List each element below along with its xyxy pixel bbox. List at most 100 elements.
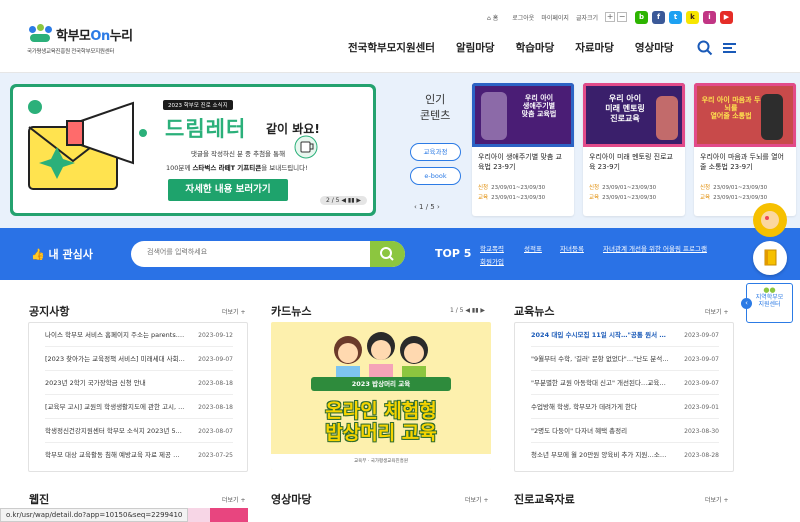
list-item[interactable]: 학부모 대상 교육활동 침해 예방교육 자료 제공 알림 2023-07-25 [45, 444, 233, 467]
interest-title: 👍 내 관심사 [31, 248, 93, 261]
megaphone-illustration-icon [28, 100, 147, 190]
kakao-icon[interactable]: k [686, 11, 699, 24]
list-item[interactable]: 2024 대입 수시모집 11일 시작…"공통 원서 미리... 2023-09-… [531, 324, 719, 347]
browser-status-bar: o.kr/usr/wap/detail.do?app=10150&seq=229… [0, 508, 189, 522]
card-edu-period: 교육 23/09/01~23/09/30 [478, 195, 546, 201]
interest-search-button[interactable] [370, 241, 405, 267]
list-item[interactable]: 학생정신건강지원센터 학부모 소식지 2023년 5... 2023-08-07 [45, 420, 233, 443]
list-item[interactable]: 2023년 2학기 국가장학금 신청 안내 2023-08-18 [45, 372, 233, 395]
cardnews-pager[interactable]: 1 / 5 ◀ ▮▮ ▶ [450, 307, 485, 314]
home-link[interactable]: ⌂ 홈 [487, 13, 505, 22]
sns-links: b f t k i ▶ [635, 11, 737, 24]
nav-resources[interactable]: 자료마당 [575, 40, 614, 55]
children-illustration-icon [334, 332, 428, 380]
interest-search[interactable] [131, 241, 405, 267]
cardnews-logos: 교육부 · 국가평생교육진흥원 [271, 454, 491, 470]
list-item[interactable]: 청소년 부모에 월 20만원 양육비 추가 지원…소득... 2023-08-28 [531, 444, 719, 467]
people-icon: ●● [763, 286, 776, 294]
video-more-link[interactable]: 더보기 + [465, 495, 489, 504]
career-more-link[interactable]: 더보기 + [705, 495, 729, 504]
career-title: 진로교육자료 [514, 493, 575, 506]
twitter-icon[interactable]: t [669, 11, 682, 24]
chat-float-button[interactable] [753, 203, 787, 237]
card-edu-period: 교육 23/09/01~23/09/30 [700, 195, 768, 201]
card-apply-period: 신청 23/09/01~23/09/30 [478, 185, 546, 191]
main-nav: 전국학부모지원센터 알림마당 학습마당 자료마당 영상마당 [348, 40, 695, 55]
keyword-link[interactable]: 학교폭력 [480, 243, 504, 253]
logo-subtitle: 국가평생교육진흥원 전국학부모지원센터 [27, 49, 115, 55]
thumbs-up-icon: 👍 [31, 248, 45, 261]
edunews-list: 2024 대입 수시모집 11일 시작…"공통 원서 미리... 2023-09-… [514, 322, 734, 472]
book-icon [764, 249, 777, 266]
keyword-link[interactable]: 성적표 [524, 243, 542, 253]
mypage-link[interactable]: 마이페이지 [541, 13, 569, 22]
list-item[interactable]: 나이스 학부모 서비스 홈페이지 주소는 parents.n... 2023-09… [45, 324, 233, 347]
hamburger-menu-icon[interactable] [723, 43, 736, 53]
card-thumb-text: 우리 아이 생애주기별 맞춤 교육법 [521, 94, 557, 118]
popular-pager[interactable]: ‹ 1 / 5 › [414, 203, 440, 211]
regional-center-button[interactable]: ‹ ●● 지역학부모 지원센터 [741, 283, 793, 323]
notice-list: 나이스 학부모 서비스 홈페이지 주소는 parents.n... 2023-09… [28, 322, 248, 472]
top5-label: TOP 5 [435, 247, 472, 260]
font-plus-button[interactable]: + [605, 12, 616, 22]
popular-card[interactable]: 우리 아이 생애주기별 맞춤 교육법 우리아이 생애주기별 맞춤 교육법 23-… [472, 83, 574, 216]
coffee-cup-icon [294, 135, 318, 159]
card-apply-period: 신청 23/09/01~23/09/30 [589, 185, 657, 191]
site-logo[interactable]: 학부모On누리 [27, 24, 133, 44]
card-title: 우리아이 생애주기별 맞춤 교육법 23-9기 [478, 153, 562, 171]
cardnews-title: 카드뉴스 [271, 305, 312, 318]
keyword-link[interactable]: 회원가입 [480, 256, 504, 266]
keyword-link[interactable]: 자녀등록 [560, 243, 584, 253]
facebook-icon[interactable]: f [652, 11, 665, 24]
edunews-title: 교육뉴스 [514, 305, 555, 318]
youtube-icon[interactable]: ▶ [720, 11, 733, 24]
list-item[interactable]: [교육부 고시] 교원의 학생생활지도에 관한 고시, ... 2023-08-1… [45, 396, 233, 419]
search-icon[interactable] [697, 40, 713, 56]
banner-headline: 드림레터 [165, 117, 247, 141]
notice-title: 공지사항 [29, 305, 70, 318]
edunews-more-link[interactable]: 더보기 + [705, 307, 729, 316]
banner-pager[interactable]: 2 / 5 ◀ ▮▮ ▶ [320, 196, 368, 205]
list-item[interactable]: 수업방해 학생, 학부모가 데려가게 한다 2023-09-01 [531, 396, 719, 419]
list-item[interactable]: [2023 찾아가는 교육정책 서비스] 미래세대 사회... 2023-09-0… [45, 348, 233, 371]
chat-icon [761, 211, 779, 229]
instagram-icon[interactable]: i [703, 11, 716, 24]
keyword-link[interactable]: 자녀관계 개선을 위한 어울림 프로그램 [603, 243, 707, 253]
nav-parent-center[interactable]: 전국학부모지원센터 [348, 40, 435, 55]
banner-line2: 100분께 스타벅스 라떼T 기프티콘을 보내드립니다! [166, 164, 308, 172]
list-item[interactable]: "9월부터 수학, '길러' 문항 없었다"…"난도 분석은... 2023-09… [531, 348, 719, 371]
cardnews-ribbon: 2023 밥상머리 교육 [311, 377, 451, 391]
webzine-title: 웹진 [29, 493, 50, 506]
curriculum-button[interactable]: 교육과정 [410, 143, 461, 161]
main-banner[interactable]: 2023 학부모 진로 소식지 드림레터 같이 봐요! 댓글을 작성하신 분 중… [10, 84, 376, 216]
card-edu-period: 교육 23/09/01~23/09/30 [589, 195, 657, 201]
cardnews-image[interactable]: 2023 밥상머리 교육 온라인 체험형 밥상머리 교육 교육부 · 국가평생교육… [271, 322, 491, 470]
nav-notice[interactable]: 알림마당 [456, 40, 495, 55]
blog-icon[interactable]: b [635, 11, 648, 24]
popular-content-title: 인기 콘텐츠 [420, 93, 451, 122]
interest-search-input[interactable] [147, 248, 367, 256]
search-icon [380, 247, 394, 261]
book-float-button[interactable] [753, 241, 787, 275]
card-apply-period: 신청 23/09/01~23/09/30 [700, 185, 768, 191]
font-minus-button[interactable]: − [617, 12, 628, 22]
nav-video[interactable]: 영상마당 [635, 40, 674, 55]
list-item[interactable]: "2명도 다둥이" 다자녀 혜택 총정리 2023-08-30 [531, 420, 719, 443]
logout-link[interactable]: 로그아웃 [512, 13, 534, 22]
logo-title: 학부모On누리 [56, 28, 133, 44]
webzine-more-link[interactable]: 더보기 + [222, 495, 246, 504]
notice-more-link[interactable]: 더보기 + [222, 307, 246, 316]
ebook-button[interactable]: e-book [410, 167, 461, 185]
chevron-left-icon: ‹ [741, 298, 752, 309]
cardnews-headline: 온라인 체험형 밥상머리 교육 [325, 400, 437, 444]
banner-line1: 댓글을 작성하신 분 중 추첨을 통해 [191, 150, 286, 158]
nav-learning[interactable]: 학습마당 [516, 40, 555, 55]
banner-detail-button[interactable]: 자세한 내용 보러가기 [168, 179, 288, 201]
card-thumb-text: 우리 아이 미래 멘토링 진로교육 [605, 94, 645, 123]
logo-people-icon [27, 24, 53, 44]
popular-card[interactable]: 우리 아이 미래 멘토링 진로교육 우리아이 미래 멘토링 진로교육 23-9기… [583, 83, 685, 216]
popular-card[interactable]: 우리 아이 마음과 두뇌를 열어줄 소통법 우리아이 마음과 두뇌를 열어줄 소… [694, 83, 796, 216]
card-thumb-text: 우리 아이 마음과 두뇌를 열어줄 소통법 [701, 96, 761, 120]
list-item[interactable]: "무분별한 교원 아동학대 신고" 개선된다…교육부... 2023-09-07 [531, 372, 719, 395]
utility-menu: ⌂ 홈 로그아웃 마이페이지 글자크기 + − [487, 12, 629, 22]
